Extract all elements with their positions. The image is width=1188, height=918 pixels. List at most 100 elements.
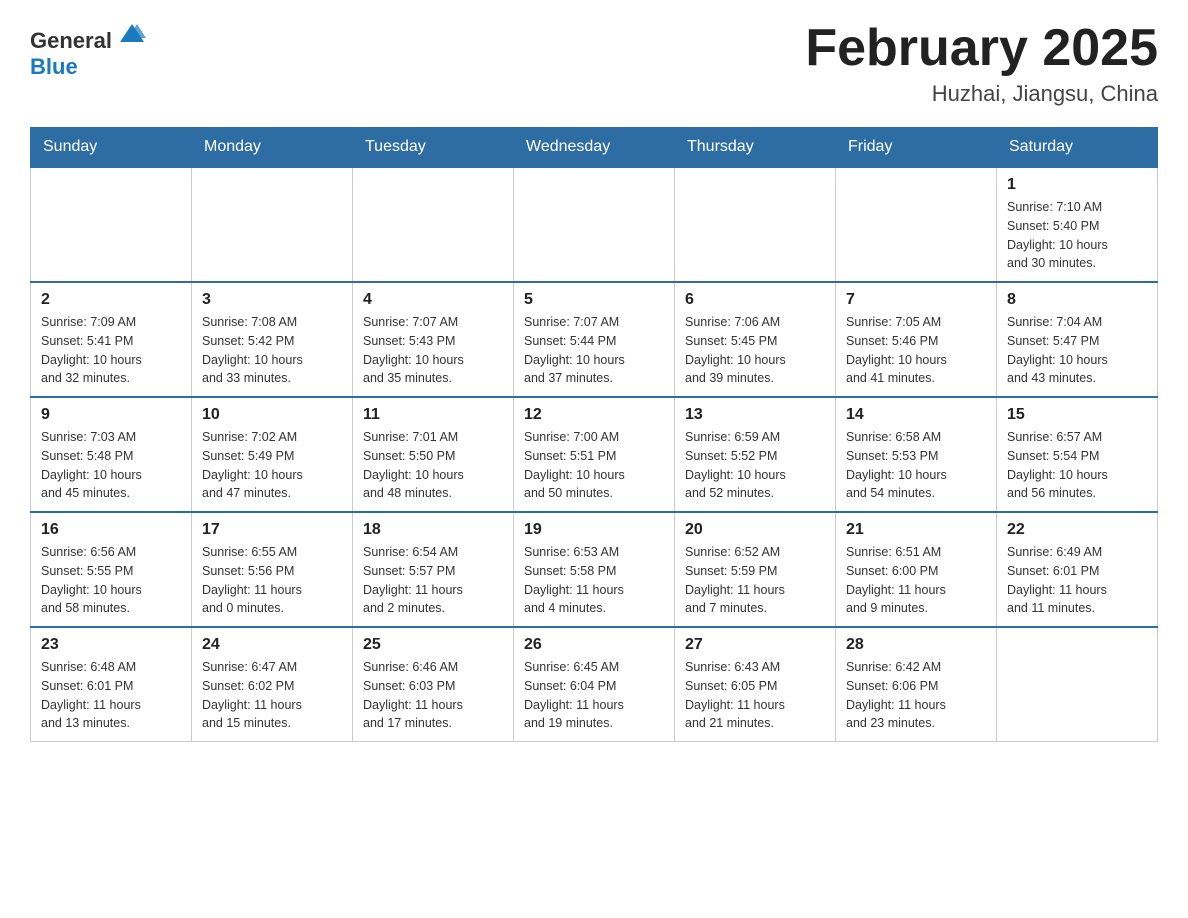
calendar-cell [353, 167, 514, 282]
calendar-cell: 10 Sunrise: 7:02 AM Sunset: 5:49 PM Dayli… [192, 397, 353, 512]
calendar-cell: 14 Sunrise: 6:58 AM Sunset: 5:53 PM Dayli… [836, 397, 997, 512]
calendar-cell [675, 167, 836, 282]
calendar-cell: 1 Sunrise: 7:10 AM Sunset: 5:40 PM Daylig… [997, 167, 1158, 282]
calendar-cell: 18 Sunrise: 6:54 AM Sunset: 5:57 PM Dayli… [353, 512, 514, 627]
day-info: Sunrise: 6:59 AM Sunset: 5:52 PM Dayligh… [685, 428, 825, 503]
day-info: Sunrise: 7:06 AM Sunset: 5:45 PM Dayligh… [685, 313, 825, 388]
weekday-header-thursday: Thursday [675, 128, 836, 168]
day-number: 18 [363, 521, 503, 539]
calendar-week-row: 1 Sunrise: 7:10 AM Sunset: 5:40 PM Daylig… [31, 167, 1158, 282]
day-info: Sunrise: 6:42 AM Sunset: 6:06 PM Dayligh… [846, 658, 986, 733]
day-info: Sunrise: 6:48 AM Sunset: 6:01 PM Dayligh… [41, 658, 181, 733]
day-info: Sunrise: 6:51 AM Sunset: 6:00 PM Dayligh… [846, 543, 986, 618]
day-info: Sunrise: 7:00 AM Sunset: 5:51 PM Dayligh… [524, 428, 664, 503]
calendar-cell: 15 Sunrise: 6:57 AM Sunset: 5:54 PM Dayli… [997, 397, 1158, 512]
calendar-cell: 11Sunrise: 7:01 AM Sunset: 5:50 PM Dayli… [353, 397, 514, 512]
day-number: 11 [363, 406, 503, 424]
day-info: Sunrise: 7:02 AM Sunset: 5:49 PM Dayligh… [202, 428, 342, 503]
calendar-cell: 2 Sunrise: 7:09 AM Sunset: 5:41 PM Daylig… [31, 282, 192, 397]
day-number: 14 [846, 406, 986, 424]
page-header: General Blue February 2025 Huzhai, Jiang… [30, 20, 1158, 107]
day-info: Sunrise: 6:43 AM Sunset: 6:05 PM Dayligh… [685, 658, 825, 733]
day-number: 4 [363, 291, 503, 309]
calendar-week-row: 9 Sunrise: 7:03 AM Sunset: 5:48 PM Daylig… [31, 397, 1158, 512]
day-number: 23 [41, 636, 181, 654]
day-number: 13 [685, 406, 825, 424]
day-info: Sunrise: 6:49 AM Sunset: 6:01 PM Dayligh… [1007, 543, 1147, 618]
weekday-header-row: SundayMondayTuesdayWednesdayThursdayFrid… [31, 128, 1158, 168]
day-number: 16 [41, 521, 181, 539]
day-number: 12 [524, 406, 664, 424]
calendar-cell: 5 Sunrise: 7:07 AM Sunset: 5:44 PM Daylig… [514, 282, 675, 397]
day-number: 17 [202, 521, 342, 539]
day-number: 21 [846, 521, 986, 539]
calendar-cell [31, 167, 192, 282]
calendar-cell: 28Sunrise: 6:42 AM Sunset: 6:06 PM Dayli… [836, 627, 997, 742]
day-info: Sunrise: 6:57 AM Sunset: 5:54 PM Dayligh… [1007, 428, 1147, 503]
calendar-cell [997, 627, 1158, 742]
weekday-header-wednesday: Wednesday [514, 128, 675, 168]
day-number: 25 [363, 636, 503, 654]
day-info: Sunrise: 6:55 AM Sunset: 5:56 PM Dayligh… [202, 543, 342, 618]
calendar-week-row: 16 Sunrise: 6:56 AM Sunset: 5:55 PM Dayli… [31, 512, 1158, 627]
day-number: 19 [524, 521, 664, 539]
day-number: 9 [41, 406, 181, 424]
calendar-cell: 4 Sunrise: 7:07 AM Sunset: 5:43 PM Daylig… [353, 282, 514, 397]
calendar-cell: 21 Sunrise: 6:51 AM Sunset: 6:00 PM Dayli… [836, 512, 997, 627]
logo: General Blue [30, 20, 146, 81]
calendar-table: SundayMondayTuesdayWednesdayThursdayFrid… [30, 127, 1158, 742]
day-number: 7 [846, 291, 986, 309]
calendar-cell [192, 167, 353, 282]
day-info: Sunrise: 7:03 AM Sunset: 5:48 PM Dayligh… [41, 428, 181, 503]
day-number: 6 [685, 291, 825, 309]
day-info: Sunrise: 6:47 AM Sunset: 6:02 PM Dayligh… [202, 658, 342, 733]
weekday-header-tuesday: Tuesday [353, 128, 514, 168]
logo-blue-text: Blue [30, 54, 78, 79]
calendar-cell: 27 Sunrise: 6:43 AM Sunset: 6:05 PM Dayli… [675, 627, 836, 742]
day-info: Sunrise: 6:54 AM Sunset: 5:57 PM Dayligh… [363, 543, 503, 618]
day-number: 10 [202, 406, 342, 424]
day-number: 2 [41, 291, 181, 309]
calendar-cell: 7 Sunrise: 7:05 AM Sunset: 5:46 PM Daylig… [836, 282, 997, 397]
day-number: 1 [1007, 176, 1147, 194]
calendar-cell: 3 Sunrise: 7:08 AM Sunset: 5:42 PM Daylig… [192, 282, 353, 397]
calendar-cell: 6 Sunrise: 7:06 AM Sunset: 5:45 PM Daylig… [675, 282, 836, 397]
day-number: 15 [1007, 406, 1147, 424]
logo-general-text: General [30, 28, 112, 53]
day-info: Sunrise: 7:07 AM Sunset: 5:43 PM Dayligh… [363, 313, 503, 388]
calendar-cell: 12 Sunrise: 7:00 AM Sunset: 5:51 PM Dayli… [514, 397, 675, 512]
day-info: Sunrise: 7:07 AM Sunset: 5:44 PM Dayligh… [524, 313, 664, 388]
month-title: February 2025 [805, 20, 1158, 77]
calendar-cell: 9 Sunrise: 7:03 AM Sunset: 5:48 PM Daylig… [31, 397, 192, 512]
calendar-cell [514, 167, 675, 282]
calendar-cell: 19 Sunrise: 6:53 AM Sunset: 5:58 PM Dayli… [514, 512, 675, 627]
calendar-cell: 17 Sunrise: 6:55 AM Sunset: 5:56 PM Dayli… [192, 512, 353, 627]
day-number: 8 [1007, 291, 1147, 309]
weekday-header-sunday: Sunday [31, 128, 192, 168]
calendar-cell: 24 Sunrise: 6:47 AM Sunset: 6:02 PM Dayli… [192, 627, 353, 742]
day-number: 22 [1007, 521, 1147, 539]
calendar-cell: 20Sunrise: 6:52 AM Sunset: 5:59 PM Dayli… [675, 512, 836, 627]
day-info: Sunrise: 6:45 AM Sunset: 6:04 PM Dayligh… [524, 658, 664, 733]
day-info: Sunrise: 6:56 AM Sunset: 5:55 PM Dayligh… [41, 543, 181, 618]
day-number: 3 [202, 291, 342, 309]
day-number: 26 [524, 636, 664, 654]
location-title: Huzhai, Jiangsu, China [805, 81, 1158, 107]
calendar-cell: 13 Sunrise: 6:59 AM Sunset: 5:52 PM Dayli… [675, 397, 836, 512]
weekday-header-saturday: Saturday [997, 128, 1158, 168]
day-info: Sunrise: 6:58 AM Sunset: 5:53 PM Dayligh… [846, 428, 986, 503]
day-info: Sunrise: 7:08 AM Sunset: 5:42 PM Dayligh… [202, 313, 342, 388]
day-number: 5 [524, 291, 664, 309]
day-info: Sunrise: 6:53 AM Sunset: 5:58 PM Dayligh… [524, 543, 664, 618]
day-number: 24 [202, 636, 342, 654]
weekday-header-monday: Monday [192, 128, 353, 168]
weekday-header-friday: Friday [836, 128, 997, 168]
title-block: February 2025 Huzhai, Jiangsu, China [805, 20, 1158, 107]
day-number: 20 [685, 521, 825, 539]
day-info: Sunrise: 7:09 AM Sunset: 5:41 PM Dayligh… [41, 313, 181, 388]
calendar-cell: 22 Sunrise: 6:49 AM Sunset: 6:01 PM Dayli… [997, 512, 1158, 627]
day-info: Sunrise: 7:05 AM Sunset: 5:46 PM Dayligh… [846, 313, 986, 388]
day-info: Sunrise: 7:10 AM Sunset: 5:40 PM Dayligh… [1007, 198, 1147, 273]
day-number: 27 [685, 636, 825, 654]
calendar-week-row: 2 Sunrise: 7:09 AM Sunset: 5:41 PM Daylig… [31, 282, 1158, 397]
